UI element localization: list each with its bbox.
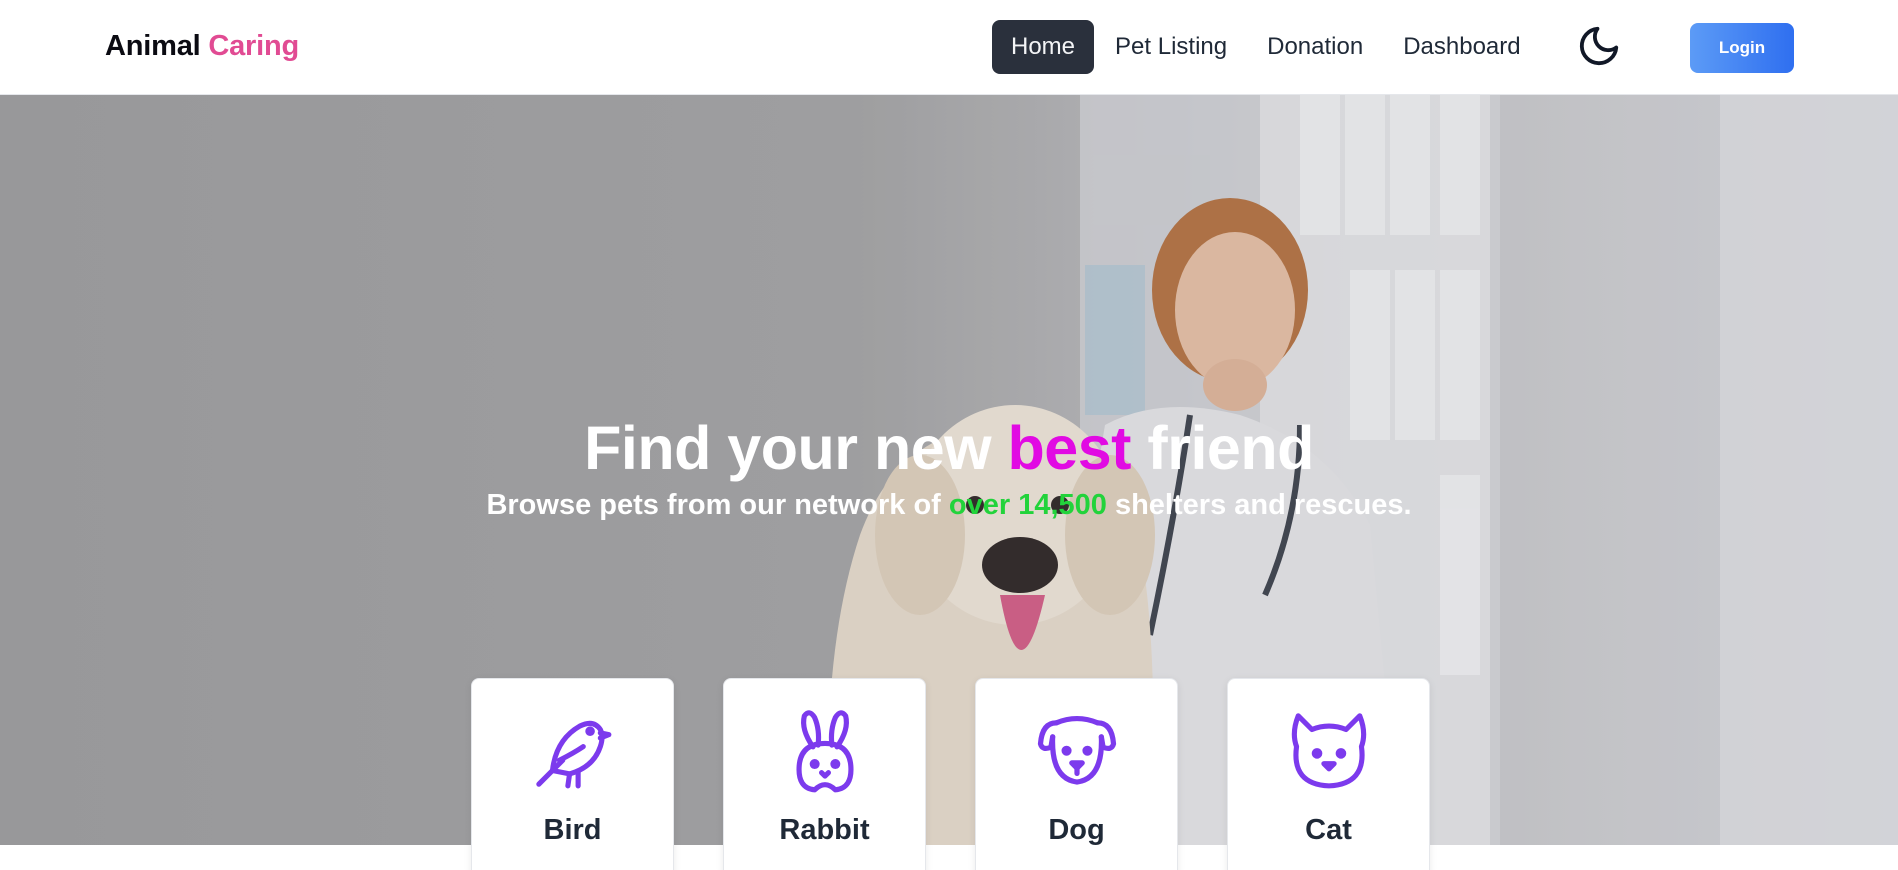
nav-links: Home Pet Listing Donation Dashboard bbox=[992, 20, 1542, 74]
bird-icon bbox=[535, 720, 611, 789]
brand-logo[interactable]: Animal Caring bbox=[105, 30, 299, 63]
hero-title-highlight: best bbox=[1007, 414, 1132, 482]
hero-subtitle-before: Browse pets from our network of bbox=[486, 489, 949, 521]
hero-title-before: Find your new bbox=[584, 414, 1008, 482]
navbar: Animal Caring Home Pet Listing Donation … bbox=[0, 0, 1898, 95]
category-label-dog: Dog bbox=[1048, 814, 1105, 846]
hero-subtitle-after: shelters and rescues. bbox=[1106, 489, 1412, 521]
moon-icon bbox=[1579, 26, 1619, 66]
brand-second: Caring bbox=[208, 30, 300, 62]
hero-subtitle: Browse pets from our network of over 14,… bbox=[0, 489, 1898, 522]
hero-title-after: friend bbox=[1130, 414, 1314, 482]
hero-title: Find your new best friend bbox=[0, 413, 1898, 483]
theme-toggle-button[interactable] bbox=[1575, 22, 1623, 70]
category-card-bird[interactable]: Bird bbox=[471, 678, 674, 870]
rabbit-icon bbox=[795, 710, 854, 793]
category-label-cat: Cat bbox=[1305, 814, 1352, 846]
hero-subtitle-highlight: over 14,500 bbox=[948, 489, 1107, 521]
dog-icon bbox=[1037, 715, 1116, 785]
brand-first: Animal bbox=[105, 30, 201, 62]
login-button[interactable]: Login bbox=[1690, 23, 1794, 73]
nav-pet-listing[interactable]: Pet Listing bbox=[1096, 20, 1246, 74]
hero-section: Find your new best friend Browse pets fr… bbox=[0, 95, 1898, 845]
nav-home[interactable]: Home bbox=[992, 20, 1095, 74]
category-label-rabbit: Rabbit bbox=[779, 814, 870, 846]
nav-dashboard[interactable]: Dashboard bbox=[1384, 20, 1539, 74]
nav-donation[interactable]: Donation bbox=[1248, 20, 1382, 74]
cat-icon bbox=[1291, 713, 1366, 789]
category-card-rabbit[interactable]: Rabbit bbox=[723, 678, 926, 870]
category-card-cat[interactable]: Cat bbox=[1227, 678, 1430, 870]
category-card-dog[interactable]: Dog bbox=[975, 678, 1178, 870]
category-label-bird: Bird bbox=[543, 814, 602, 846]
